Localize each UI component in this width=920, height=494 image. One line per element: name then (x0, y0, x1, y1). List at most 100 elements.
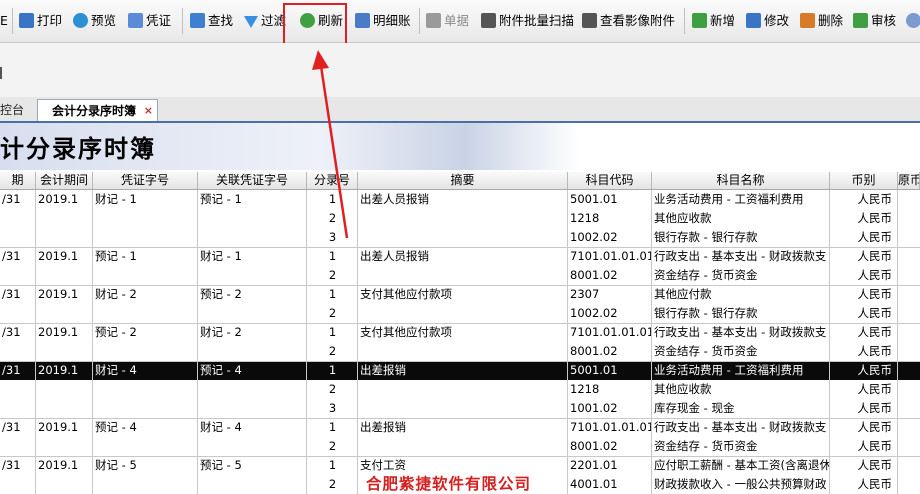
add-button[interactable]: 新增 (692, 10, 735, 32)
column-header-currency[interactable]: 币别 (830, 172, 898, 189)
table-row[interactable]: 3 1002.02 银行存款 - 银行存款 人民币 (0, 228, 920, 247)
cell-related-voucher-number (198, 399, 307, 418)
grid-line (897, 190, 898, 494)
delete-label: 删除 (818, 13, 844, 28)
cell-voucher-number (93, 380, 198, 399)
cell-entry-number: 2 (328, 344, 337, 358)
cell-account-code: 4001.01 (570, 477, 618, 491)
cell-summary (358, 304, 568, 323)
cell-entry-number: 1 (328, 287, 337, 301)
cell-currency: 人民币 (857, 230, 893, 244)
column-header-voucher-number[interactable]: 凭证字号 (93, 172, 198, 189)
table-row[interactable]: 2 8001.02 资金结存 - 货币资金 人民币 (0, 342, 920, 361)
detail-ledger-button[interactable]: 明细账 (355, 10, 411, 32)
print-button[interactable]: 打印 (19, 10, 62, 32)
cell-related-voucher-number (198, 380, 307, 399)
cell-entry-number: 2 (328, 477, 337, 491)
edit-button[interactable]: 修改 (746, 10, 789, 32)
table-row[interactable]: /31 2019.1 财记 - 1 预记 - 1 1 出差人员报销 5001.01 业务活动费… (0, 190, 920, 209)
cell-original-amount (898, 361, 920, 380)
cell-related-voucher-number: 财记 - 4 (200, 420, 242, 434)
cell-currency: 人民币 (857, 211, 893, 225)
cell-currency: 人民币 (857, 363, 893, 377)
find-label: 查找 (208, 13, 234, 28)
table-row[interactable]: /31 2019.1 预记 - 4 财记 - 4 1 出差报销 7101.01.01.01.… (0, 418, 920, 437)
table-row[interactable]: /31 2019.1 财记 - 4 预记 - 4 1 出差报销 5001.01 业务活动费用 … (0, 361, 920, 380)
cell-period-date (0, 266, 36, 285)
cell-currency: 人民币 (857, 477, 893, 491)
cell-original-amount (898, 323, 920, 342)
find-button[interactable]: 查找 (190, 10, 233, 32)
close-icon[interactable]: × (144, 100, 153, 122)
toolbar: E 打印 预览 凭证 查找 过滤 刷新 明细账 单据 附件批量扫描 查看影像附件… (0, 0, 920, 43)
table-row[interactable]: 3 1001.02 库存现金 - 现金 人民币 (0, 399, 920, 418)
batch-scan-label: 附件批量扫描 (499, 13, 575, 28)
more-icon[interactable] (906, 10, 920, 32)
cell-entry-number: 2 (328, 306, 337, 320)
cell-entry-number: 1 (328, 325, 337, 339)
cell-currency: 人民币 (857, 420, 893, 434)
cell-entry-number: 1 (328, 420, 337, 434)
cell-account-code: 7101.01.01.01.02 (570, 249, 652, 263)
table-row[interactable]: 2 8001.02 资金结存 - 货币资金 人民币 (0, 437, 920, 456)
cell-accounting-period: 2019.1 (38, 287, 79, 301)
table-row[interactable]: 2 1218 其他应收款 人民币 (0, 209, 920, 228)
column-header-related-voucher-number[interactable]: 关联凭证字号 (198, 172, 307, 189)
group-divider (0, 361, 920, 362)
voucher-button[interactable]: 凭证 (128, 10, 171, 32)
tab-console[interactable]: 控台 (0, 99, 36, 121)
cell-period-date: /31 (2, 249, 21, 263)
delete-button[interactable]: 删除 (800, 10, 843, 32)
cell-original-amount (898, 266, 920, 285)
cell-account-name: 资金结存 - 货币资金 (654, 268, 758, 282)
grid-line (829, 190, 830, 494)
cell-account-name: 应付职工薪酬 - 基本工资(含离退休 (654, 458, 830, 472)
cell-related-voucher-number (198, 209, 307, 228)
cell-entry-number: 1 (328, 249, 337, 263)
cell-accounting-period: 2019.1 (38, 458, 79, 472)
cell-period-date (0, 228, 36, 247)
table-row[interactable]: 2 1218 其他应收款 人民币 (0, 380, 920, 399)
cell-related-voucher-number (198, 304, 307, 323)
cell-original-amount (898, 475, 920, 494)
cell-currency: 人民币 (857, 401, 893, 415)
cell-period-date: /31 (2, 363, 21, 377)
delete-icon (800, 13, 815, 28)
cell-summary: 支付其他应付款项 (360, 325, 452, 339)
audit-button[interactable]: 审核 (853, 10, 896, 32)
preview-button[interactable]: 预览 (73, 10, 116, 32)
table-row[interactable]: /31 2019.1 预记 - 2 财记 - 2 1 支付其他应付款项 7101.01.01… (0, 323, 920, 342)
column-header-account-name[interactable]: 科目名称 (652, 172, 830, 189)
tab-journal[interactable]: 会计分录序时簿 × (37, 99, 158, 121)
cell-currency: 人民币 (857, 268, 893, 282)
column-header-entry-number[interactable]: 分录号 (307, 172, 358, 189)
column-header-accounting-period[interactable]: 会计期间 (36, 172, 93, 189)
cell-accounting-period (36, 399, 93, 418)
table-row[interactable]: /31 2019.1 财记 - 2 预记 - 2 1 支付其他应付款项 2307 其他应付款 人… (0, 285, 920, 304)
filter-button[interactable]: 过滤 (244, 10, 286, 32)
preview-label: 预览 (91, 13, 117, 28)
cell-account-name: 行政支出 - 基本支出 - 财政拨款支 (654, 325, 827, 339)
group-divider (0, 323, 920, 324)
add-icon (692, 13, 707, 28)
cell-related-voucher-number (198, 437, 307, 456)
cell-summary: 出差人员报销 (360, 192, 429, 206)
search-icon (190, 13, 205, 28)
cell-original-amount (898, 456, 920, 475)
table-row[interactable]: /31 2019.1 预记 - 1 财记 - 1 1 出差人员报销 7101.01.01.0… (0, 247, 920, 266)
column-header-original-amount[interactable]: 原币 (898, 172, 920, 189)
table-row[interactable]: 2 8001.02 资金结存 - 货币资金 人民币 (0, 266, 920, 285)
column-header-summary[interactable]: 摘要 (358, 172, 568, 189)
cell-account-name: 银行存款 - 银行存款 (654, 306, 758, 320)
view-image-button[interactable]: 查看影像附件 (582, 10, 675, 32)
column-header-account-code[interactable]: 科目代码 (568, 172, 652, 189)
batch-scan-button[interactable]: 附件批量扫描 (481, 10, 574, 32)
cell-accounting-period: 2019.1 (38, 249, 79, 263)
cell-period-date (0, 475, 36, 494)
audit-label: 审核 (871, 13, 897, 28)
document-button[interactable]: 单据 (426, 10, 469, 32)
grid-line (35, 190, 36, 494)
table-row[interactable]: 2 1002.02 银行存款 - 银行存款 人民币 (0, 304, 920, 323)
cell-original-amount (898, 437, 920, 456)
column-header-period-date[interactable]: 期 (0, 172, 36, 189)
